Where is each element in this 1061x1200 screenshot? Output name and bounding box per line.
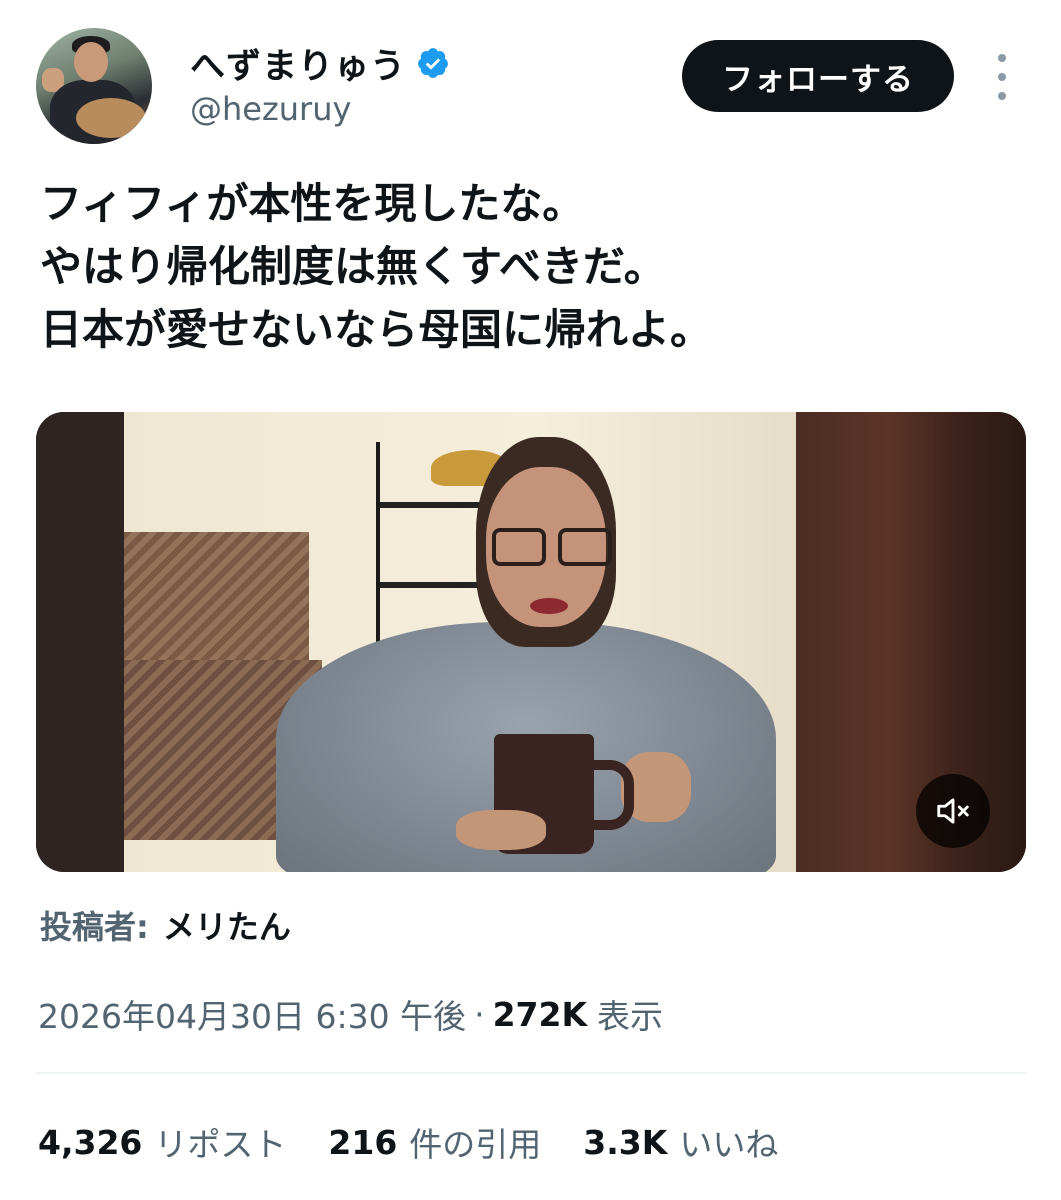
likes-count[interactable]: 3.3K xyxy=(583,1123,667,1162)
avatar-face xyxy=(74,42,108,82)
likes-label[interactable]: いいね xyxy=(679,1118,778,1166)
more-options-icon[interactable] xyxy=(990,54,1014,100)
video-poster-attribution: 投稿者: メリたん xyxy=(40,902,291,948)
poster-label: 投稿者: xyxy=(40,908,149,946)
verified-badge-icon[interactable] xyxy=(416,46,450,80)
engagement-stats: 4,326 リポスト 216 件の引用 3.3K いいね xyxy=(38,1118,820,1166)
reposts-label[interactable]: リポスト xyxy=(154,1118,286,1166)
meta-separator: · xyxy=(474,994,485,1034)
tweet-text-line: 日本が愛せないなら母国に帰れよ。 xyxy=(40,305,713,354)
tweet-header: へずまりゅう @hezuruy フォローする xyxy=(0,0,1061,160)
divider xyxy=(36,1072,1026,1074)
follow-button[interactable]: フォローする xyxy=(682,40,954,112)
poster-name-link[interactable]: メリたん xyxy=(163,902,291,948)
quotes-count[interactable]: 216 xyxy=(328,1123,397,1162)
tweet-meta: 2026年04月30日 6:30 午後 · 272K 表示 xyxy=(38,990,663,1038)
timestamp[interactable]: 2026年04月30日 6:30 午後 xyxy=(38,990,466,1038)
views-label[interactable]: 表示 xyxy=(597,990,663,1038)
tweet-text-line: フィフィが本性を現したな。 xyxy=(40,179,585,228)
display-name-row[interactable]: へずまりゅう xyxy=(190,38,450,89)
tweet-text-line: やはり帰化制度は無くすべきだ。 xyxy=(40,242,666,291)
tweet-text: フィフィが本性を現したな。 やはり帰化制度は無くすべきだ。 日本が愛せないなら母… xyxy=(40,172,1020,361)
quotes-stat[interactable]: 216 件の引用 xyxy=(328,1118,541,1166)
reposts-count[interactable]: 4,326 xyxy=(38,1123,142,1162)
display-name[interactable]: へずまりゅう xyxy=(190,38,406,89)
volume-muted-icon[interactable] xyxy=(916,774,990,848)
views-count[interactable]: 272K xyxy=(493,995,587,1034)
video-player[interactable] xyxy=(36,412,1026,872)
likes-stat[interactable]: 3.3K いいね xyxy=(583,1118,778,1166)
user-handle[interactable]: @hezuruy xyxy=(190,90,351,128)
reposts-stat[interactable]: 4,326 リポスト xyxy=(38,1118,286,1166)
avatar[interactable] xyxy=(36,28,152,144)
quotes-label[interactable]: 件の引用 xyxy=(409,1118,541,1166)
avatar-deer xyxy=(76,98,146,138)
